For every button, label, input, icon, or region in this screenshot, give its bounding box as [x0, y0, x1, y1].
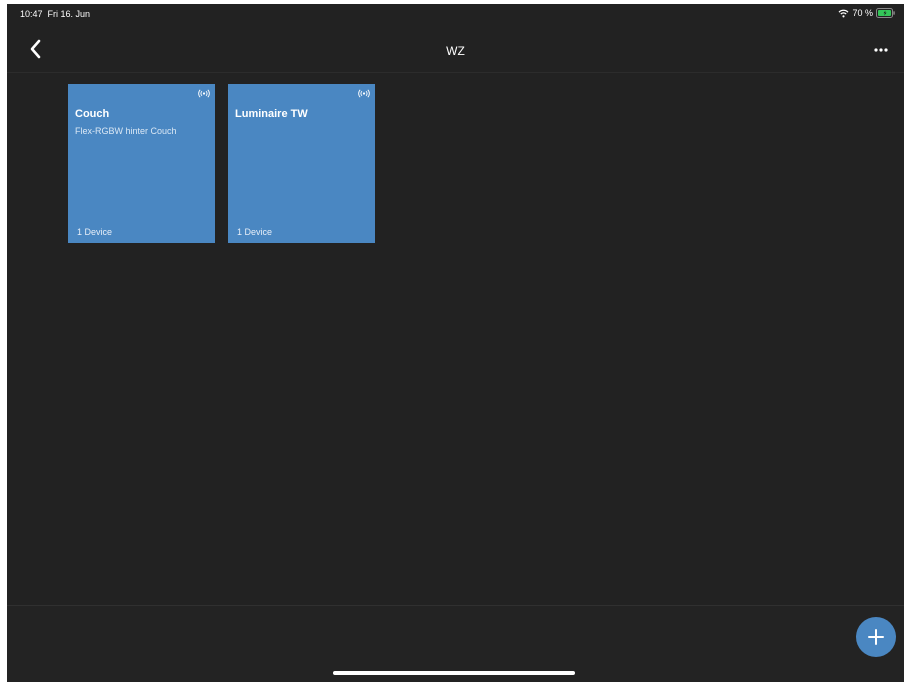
tile-name: Couch	[75, 108, 110, 120]
tile-subtitle: Flex-RGBW hinter Couch	[75, 126, 177, 136]
tile-device-count: 1 Device	[77, 227, 113, 237]
navigation-bar: WZ	[7, 26, 904, 73]
signal-icon	[358, 89, 370, 98]
battery-percent: 70 %	[852, 8, 873, 18]
wifi-icon	[839, 9, 849, 17]
plus-icon	[868, 629, 884, 645]
add-button[interactable]	[856, 617, 896, 657]
status-date: Fri 16. Jun	[47, 9, 91, 19]
battery-icon	[876, 8, 895, 18]
signal-icon	[198, 89, 210, 98]
tile-device-count: 1 Device	[237, 227, 273, 237]
group-tile-couch[interactable]: Couch Flex-RGBW hinter Couch 1 Device	[68, 84, 215, 243]
more-options-button[interactable]	[870, 43, 892, 55]
tile-name: Luminaire TW	[235, 108, 308, 120]
app-screen: 10:47 Fri 16. Jun 70 % WZ Couch Flex-RGB…	[7, 4, 904, 682]
group-grid: Couch Flex-RGBW hinter Couch 1 Device Lu…	[68, 84, 375, 243]
group-tile-luminaire-tw[interactable]: Luminaire TW 1 Device	[228, 84, 375, 243]
status-bar: 10:47 Fri 16. Jun 70 %	[7, 4, 904, 26]
page-title: WZ	[446, 44, 465, 58]
home-indicator[interactable]	[333, 671, 575, 675]
status-time: 10:47	[20, 9, 43, 19]
status-indicators: 70 %	[838, 8, 896, 18]
status-time-date: 10:47 Fri 16. Jun	[20, 9, 90, 19]
more-horizontal-icon	[874, 48, 888, 52]
